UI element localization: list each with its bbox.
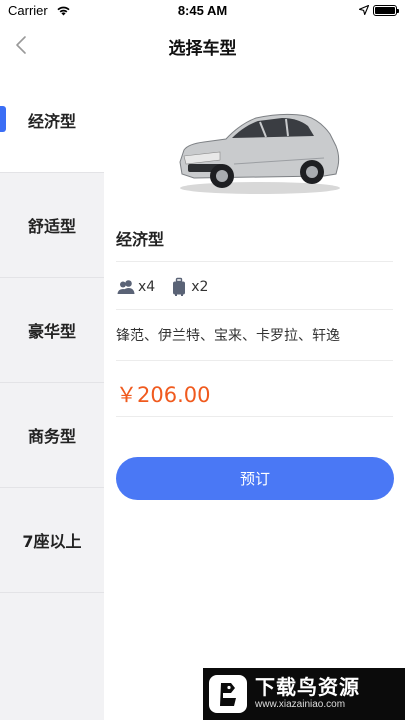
sidebar-item-label: 7座以上 (22, 532, 82, 551)
nav-bar: 选择车型 (0, 22, 405, 68)
sidebar-item-economy[interactable]: 经济型 (0, 68, 104, 173)
car-detail-panel: 经济型 x4 x2 锋范、伊兰特、宝来、卡罗拉、轩逸 ￥206.00 预订 (104, 68, 405, 720)
divider (116, 309, 393, 310)
watermark-title: 下载鸟资源 (255, 675, 360, 699)
sidebar-item-label: 商务型 (27, 427, 76, 446)
passenger-count: x4 (138, 279, 156, 295)
divider (116, 261, 393, 262)
sidebar-item-label: 经济型 (27, 112, 76, 131)
category-sidebar: 经济型 舒适型 豪华型 商务型 7座以上 (0, 68, 104, 720)
clock: 8:45 AM (177, 3, 228, 18)
status-bar: Carrier 8:45 AM (0, 0, 405, 22)
car-image (179, 113, 340, 194)
divider (116, 416, 393, 417)
bird-logo-icon (209, 675, 247, 713)
luggage-icon (173, 277, 186, 296)
sidebar-item-label: 豪华型 (27, 322, 76, 341)
watermark-url: www.xiazainiao.com (255, 699, 346, 710)
sidebar-item-7-seats[interactable]: 7座以上 (0, 488, 104, 593)
sidebar-item-business[interactable]: 商务型 (0, 383, 104, 488)
page-title: 选择车型 (168, 39, 237, 58)
passenger-capacity: x4 (116, 277, 155, 297)
luggage-count: x2 (191, 279, 209, 295)
luggage-capacity: x2 (169, 277, 208, 297)
divider (116, 360, 393, 361)
watermark-text: 下载鸟资源 www.xiazainiao.com (255, 676, 360, 712)
price-label: ￥206.00 (116, 383, 211, 407)
watermark-banner: 下载鸟资源 www.xiazainiao.com (203, 668, 405, 720)
book-button-label: 预订 (239, 470, 270, 488)
sidebar-item-comfort[interactable]: 舒适型 (0, 173, 104, 278)
passengers-icon (117, 280, 135, 294)
sidebar-item-label: 舒适型 (27, 217, 76, 236)
location-arrow-icon (359, 5, 369, 15)
app-screen: Carrier 8:45 AM 选择车型 经济型 舒适型 豪华型 商务型 7座以… (0, 0, 405, 720)
car-models-list: 锋范、伊兰特、宝来、卡罗拉、轩逸 (116, 328, 340, 344)
book-button[interactable]: 预订 (116, 457, 394, 500)
car-class-name: 经济型 (116, 230, 165, 249)
capacity-row: x4 x2 (116, 276, 222, 298)
battery-icon (373, 5, 399, 16)
sidebar-item-luxury[interactable]: 豪华型 (0, 278, 104, 383)
active-indicator (0, 106, 6, 132)
